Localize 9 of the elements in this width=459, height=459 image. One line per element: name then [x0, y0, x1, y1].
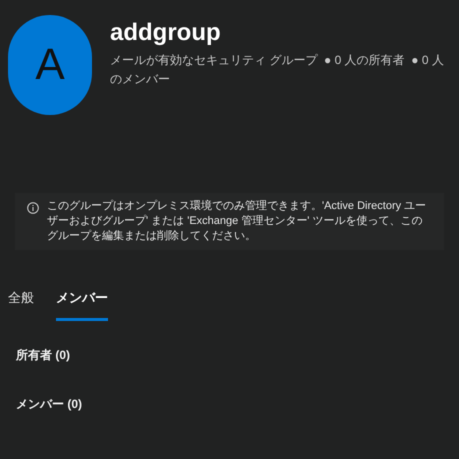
tab[interactable]: 全般 [8, 284, 34, 320]
group-subtitle: メールが有効なセキュリティ グループ ● 0 人の所有者 ● 0 人のメンバー [110, 52, 445, 88]
tab[interactable]: メンバー [56, 284, 108, 320]
section-heading: メンバー (0) [16, 396, 83, 412]
info-icon [27, 202, 39, 214]
notice-text: このグループはオンプレミス環境でのみ管理できます。'Active Directory ユーザーおよびグループ' または 'Exchange 管理センター' ツールを使って、このグループを編集または削除してください。 [47, 199, 428, 244]
section-heading: 所有者 (0) [16, 346, 71, 364]
avatar: A [8, 15, 92, 115]
group-name: addgroup [110, 18, 222, 48]
